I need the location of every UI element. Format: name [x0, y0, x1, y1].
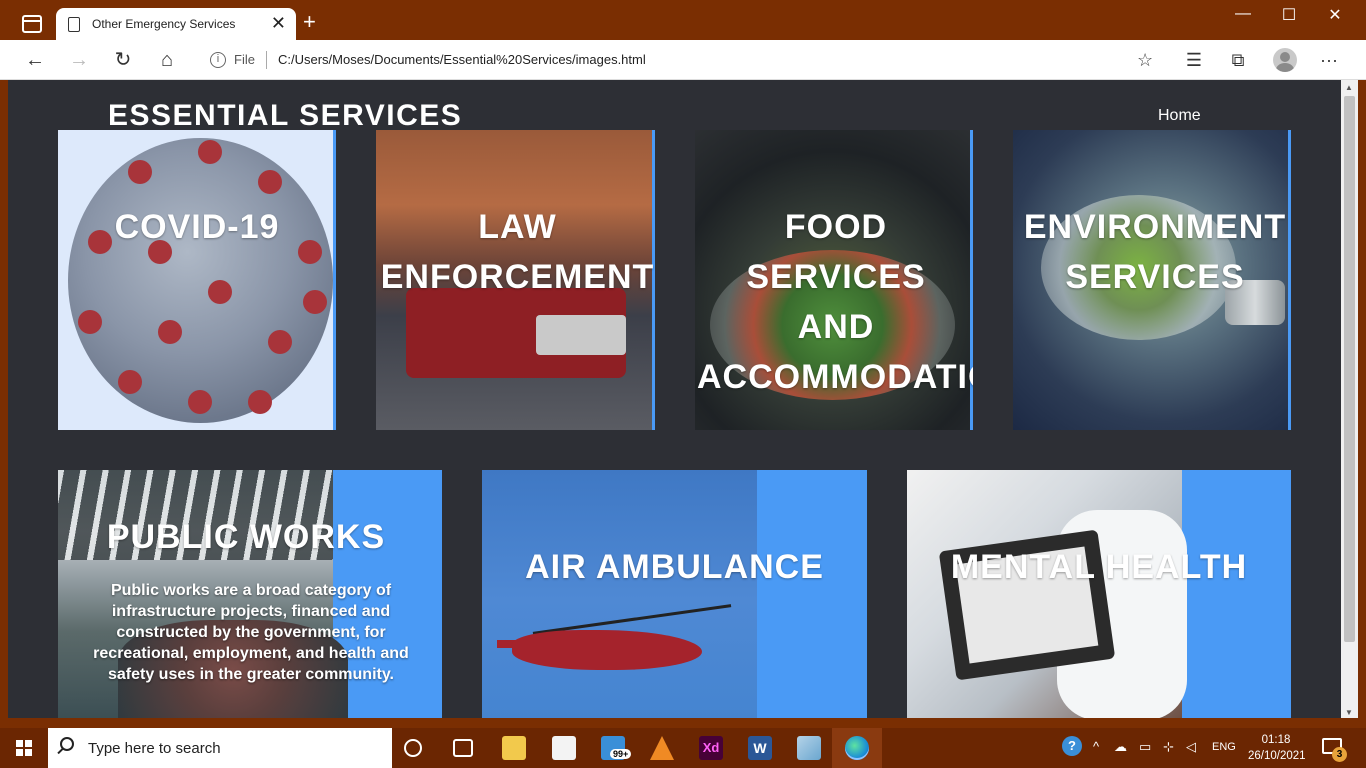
help-icon[interactable]: ?: [1062, 736, 1082, 756]
card-covid-19[interactable]: COVID-19: [58, 130, 336, 430]
helicopter-image: [482, 470, 757, 718]
browser-toolbar: ← → ↻ ⌂ i File C:/Users/Moses/Documents/…: [0, 40, 1366, 80]
taskbar-search-box[interactable]: Type here to search: [48, 728, 392, 768]
collections-icon[interactable]: ⧉: [1226, 50, 1250, 71]
clock-date: 26/10/2021: [1248, 750, 1306, 762]
card-description: Public works are a broad category of inf…: [93, 582, 409, 683]
browser-tab[interactable]: Other Emergency Services ✕: [56, 8, 296, 40]
address-bar[interactable]: i File C:/Users/Moses/Documents/Essentia…: [196, 45, 1168, 75]
card-law-enforcement[interactable]: LAW ENFORCEMENT: [376, 130, 655, 430]
cloud-icon[interactable]: ☁: [1114, 739, 1127, 755]
adobe-xd-icon[interactable]: Xd: [699, 736, 723, 760]
notes-app-icon[interactable]: [797, 736, 821, 760]
card-public-works[interactable]: PUBLIC WORKS Public works are a broad ca…: [58, 470, 442, 718]
clock-time: 01:18: [1261, 734, 1291, 746]
card-food-services[interactable]: FOOD SERVICES AND ACCOMMODATION: [695, 130, 973, 430]
card-heading: MENTAL HEALTH: [950, 548, 1248, 586]
edge-taskbar-button[interactable]: [832, 728, 882, 768]
card-heading: LAW ENFORCEMENT: [380, 208, 655, 296]
card-heading: COVID-19: [114, 208, 280, 246]
url-text[interactable]: C:/Users/Moses/Documents/Essential%20Ser…: [278, 52, 646, 67]
browser-title-bar: Other Emergency Services ✕ + — ☐ ✕: [0, 0, 1366, 40]
minimize-icon[interactable]: —: [1220, 5, 1266, 23]
card-mental-health[interactable]: MENTAL HEALTH: [907, 470, 1291, 718]
card-air-ambulance[interactable]: AIR AMBULANCE: [482, 470, 867, 718]
search-placeholder: Type here to search: [88, 740, 221, 757]
card-environment-services[interactable]: ENVIRONMENT SERVICES: [1013, 130, 1291, 430]
star-plus-icon[interactable]: ☆: [1137, 50, 1153, 71]
window-close-icon[interactable]: ✕: [1312, 5, 1358, 25]
back-arrow-icon[interactable]: ←: [22, 48, 48, 74]
page-viewport: ESSENTIAL SERVICES Home COVID-19 LAW ENF…: [8, 80, 1341, 718]
refresh-icon[interactable]: ↻: [110, 48, 136, 74]
card-heading: FOOD SERVICES AND ACCOMMODATION: [697, 208, 973, 396]
forward-arrow-icon[interactable]: →: [66, 48, 92, 74]
file-explorer-icon[interactable]: [502, 736, 526, 760]
profile-avatar-icon[interactable]: [1273, 48, 1297, 72]
network-icon[interactable]: ⊹: [1163, 739, 1174, 755]
word-icon[interactable]: W: [748, 736, 772, 760]
scroll-up-icon[interactable]: ▲: [1345, 83, 1353, 92]
language-indicator[interactable]: ENG: [1212, 741, 1236, 753]
more-menu-icon[interactable]: ···: [1317, 50, 1341, 71]
taskbar-clock[interactable]: 01:18 26/10/2021: [1248, 732, 1306, 764]
window-frame-right: [1358, 80, 1366, 728]
edge-icon: [845, 736, 869, 760]
covid-virus-image: [58, 130, 333, 430]
search-icon: [60, 737, 74, 751]
url-separator: [266, 51, 267, 69]
maximize-icon[interactable]: ☐: [1266, 5, 1312, 25]
mental-health-laptop-image: [907, 470, 1187, 718]
card-heading: ENVIRONMENT SERVICES: [1023, 208, 1287, 296]
cortana-icon[interactable]: [404, 739, 422, 757]
task-view-icon[interactable]: [453, 739, 473, 757]
home-icon[interactable]: ⌂: [154, 48, 180, 74]
notification-count-badge: 3: [1332, 747, 1347, 762]
battery-icon[interactable]: ▭: [1139, 739, 1151, 755]
file-label: File: [234, 52, 255, 67]
nav-home-link[interactable]: Home: [1158, 107, 1201, 125]
tab-actions-icon[interactable]: [22, 15, 42, 33]
vlc-icon[interactable]: [650, 736, 674, 760]
scroll-down-icon[interactable]: ▼: [1345, 708, 1353, 717]
window-frame-left: [0, 80, 8, 728]
scrollbar-thumb[interactable]: [1344, 96, 1355, 642]
page-icon: [68, 17, 80, 32]
card-heading: AIR AMBULANCE: [525, 548, 824, 586]
close-tab-icon[interactable]: ✕: [271, 13, 286, 33]
show-hidden-icons-chevron-icon[interactable]: ^: [1093, 739, 1099, 754]
tab-title: Other Emergency Services: [92, 17, 236, 31]
favorites-icon[interactable]: ☰: [1182, 50, 1206, 71]
card-heading: PUBLIC WORKS: [106, 518, 386, 556]
windows-start-icon[interactable]: [16, 740, 32, 756]
info-icon[interactable]: i: [210, 52, 226, 68]
mail-badge: 99+: [610, 749, 632, 759]
vertical-scrollbar[interactable]: ▲ ▼: [1341, 80, 1358, 720]
site-title: ESSENTIAL SERVICES: [108, 99, 463, 132]
volume-icon[interactable]: ◁: [1186, 739, 1196, 755]
store-icon[interactable]: [552, 736, 576, 760]
windows-taskbar: Type here to search 99+ Xd W ? ^ ☁ ▭ ⊹ ◁…: [0, 728, 1366, 768]
window-frame-bottom: [0, 718, 1366, 728]
new-tab-icon[interactable]: +: [303, 11, 316, 33]
